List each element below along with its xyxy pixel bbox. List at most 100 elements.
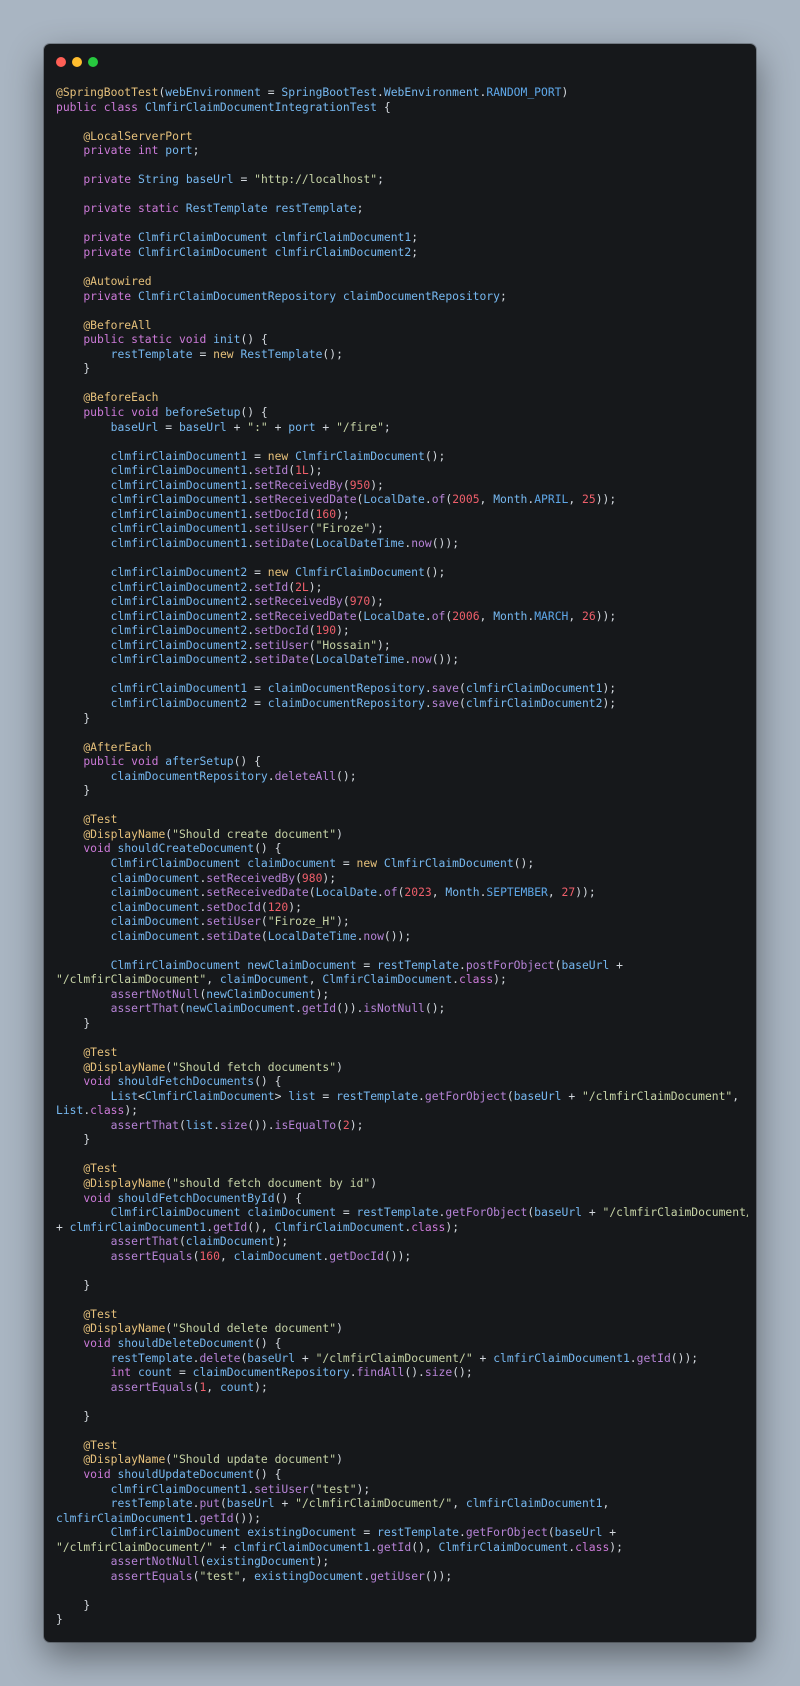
code-token: () { <box>254 1466 282 1481</box>
minimize-dot-icon[interactable] <box>72 57 82 67</box>
code-token: claimDocument <box>110 870 200 885</box>
code-token: ( <box>336 1117 343 1132</box>
code-token: . <box>377 885 384 900</box>
code-token: @LocalServerPort <box>83 128 193 143</box>
code-token: "/clmfirClaimDocument/" <box>315 1350 473 1365</box>
code-token: )); <box>575 885 596 900</box>
code-token: ( <box>308 637 316 652</box>
code-token: newClaimDocument <box>206 986 316 1001</box>
code-token: )); <box>595 608 617 623</box>
code-line: clmfirClaimDocument1 = new ClmfirClaimDo… <box>56 449 748 464</box>
code-token: = <box>233 172 255 187</box>
code-token: ()); <box>670 1350 699 1365</box>
code-token: () { <box>274 1190 302 1205</box>
code-token: setId <box>254 579 289 594</box>
maximize-dot-icon[interactable] <box>88 57 98 67</box>
code-token: . <box>424 492 432 507</box>
code-token: baseUrl <box>185 172 234 187</box>
code-line: clmfirClaimDocument2.setiDate(LocalDateT… <box>56 652 748 667</box>
code-token: restTemplate <box>356 1205 439 1220</box>
code-line: claimDocument.setReceivedDate(LocalDate.… <box>56 885 748 900</box>
code-token: ( <box>308 885 316 900</box>
code-token: ) <box>336 1452 343 1467</box>
code-token: public static <box>83 332 173 347</box>
code-token: RestTemplate <box>240 346 323 361</box>
code-token: ) <box>336 1321 343 1336</box>
code-token: = <box>356 1525 378 1540</box>
code-line: clmfirClaimDocument1.getId()); <box>56 1511 748 1526</box>
code-token: ( <box>308 1481 316 1496</box>
code-token: 2L <box>295 579 309 594</box>
code-token: restTemplate <box>110 346 193 361</box>
code-token: (), <box>411 1539 439 1554</box>
code-token: shouldDeleteDocument <box>117 1336 255 1351</box>
code-token: port <box>165 143 193 158</box>
code-token: "/clmfirClaimDocument/" <box>56 1539 214 1554</box>
code-token: size <box>424 1365 453 1380</box>
code-token: @DisplayName <box>83 1321 166 1336</box>
code-token: . <box>295 1001 302 1016</box>
code-token: ClmfirClaimDocument <box>110 1205 241 1220</box>
code-line: ClmfirClaimDocument claimDocument = new … <box>56 856 748 871</box>
code-token: setiUser <box>206 914 261 929</box>
code-token: ) <box>336 1059 343 1074</box>
code-token: ClmfirClaimDocument <box>144 1088 275 1103</box>
code-token: ; <box>383 419 391 434</box>
code-token: restTemplate <box>274 201 357 216</box>
code-token: . <box>349 1365 357 1380</box>
code-token: , <box>602 1496 610 1511</box>
code-token: } <box>56 1408 91 1423</box>
code-line: int count = claimDocumentRepository.find… <box>56 1365 748 1380</box>
window-titlebar <box>44 44 756 80</box>
code-token: } <box>56 361 91 376</box>
code-token: claimDocumentRepository <box>267 681 425 696</box>
code-token: getForObject <box>424 1088 507 1103</box>
code-token: @Test <box>83 1306 118 1321</box>
code-token: = <box>260 85 282 99</box>
code-token: getId <box>377 1539 412 1554</box>
code-token: + <box>56 1219 70 1234</box>
code-token: ClmfirClaimDocument <box>322 972 453 987</box>
code-token: ( <box>178 1117 186 1132</box>
code-token: setiUser <box>254 521 309 536</box>
code-line: "/clmfirClaimDocument", claimDocument, C… <box>56 972 748 987</box>
code-token: new <box>213 346 234 361</box>
code-token: ); <box>602 695 617 710</box>
code-token: , <box>547 885 562 900</box>
close-dot-icon[interactable] <box>56 57 66 67</box>
code-token: claimDocument <box>110 899 200 914</box>
code-token: setDocId <box>206 899 261 914</box>
code-token: setReceivedBy <box>206 870 296 885</box>
code-line: @SpringBootTest(webEnvironment = SpringB… <box>56 85 748 100</box>
code-line: private static RestTemplate restTemplate… <box>56 201 748 216</box>
code-token: (); <box>424 565 446 580</box>
code-token: clmfirClaimDocument2 <box>110 565 248 580</box>
code-token: private static <box>83 201 179 216</box>
code-token: , <box>219 1248 234 1263</box>
code-line: clmfirClaimDocument2 = claimDocumentRepo… <box>56 696 748 711</box>
code-token: list <box>288 1088 316 1103</box>
code-token: postForObject <box>465 957 555 972</box>
code-line: @DisplayName("Should fetch documents") <box>56 1060 748 1075</box>
code-token: claimDocument <box>110 914 200 929</box>
code-token: isEqualTo <box>274 1117 337 1132</box>
code-token: LocalDate <box>315 885 378 900</box>
